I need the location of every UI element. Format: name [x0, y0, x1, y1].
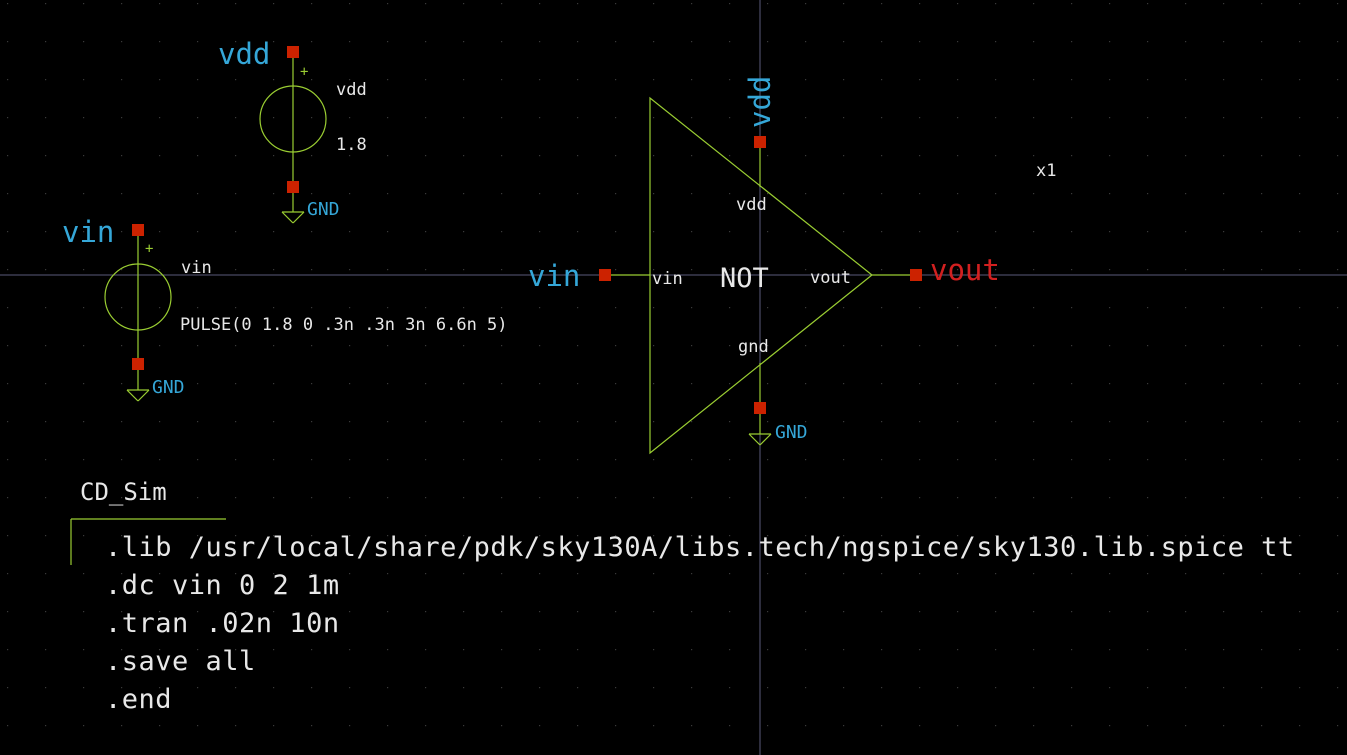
- inverter-vdd-pin[interactable]: [754, 136, 766, 148]
- vin-net-label[interactable]: vin: [62, 215, 114, 249]
- gnd-label: GND: [152, 377, 185, 398]
- vdd-pin-top[interactable]: [287, 46, 299, 58]
- code-block-title[interactable]: CD_Sim: [80, 478, 167, 506]
- pin-label-vin: vin: [652, 269, 683, 289]
- code-line-dc: .dc vin 0 2 1m: [105, 570, 340, 601]
- inverter-instance-name: x1: [1036, 161, 1056, 181]
- schematic-canvas[interactable]: + vdd vdd 1.8 GND + vin vin PULSE(0 1.8 …: [0, 0, 1347, 755]
- vdd-instance-name: vdd: [336, 80, 367, 100]
- vin-pin-top[interactable]: [132, 224, 144, 236]
- inverter-vdd-net-label[interactable]: vdd: [743, 76, 777, 128]
- pin-label-vdd: vdd: [736, 195, 767, 215]
- code-line-end: .end: [105, 684, 173, 715]
- vdd-value: 1.8: [336, 135, 367, 155]
- plus-sign: +: [145, 241, 153, 257]
- grid-background: [0, 0, 1347, 755]
- plus-sign: +: [300, 64, 308, 80]
- inverter-in-net-label[interactable]: vin: [528, 259, 580, 293]
- inverter-title: NOT: [720, 263, 769, 294]
- code-line-tran: .tran .02n 10n: [105, 608, 340, 639]
- vdd-net-label[interactable]: vdd: [218, 37, 270, 71]
- inverter-out-net-label[interactable]: vout: [930, 253, 1000, 287]
- inverter-gnd-pin[interactable]: [754, 402, 766, 414]
- vin-value: PULSE(0 1.8 0 .3n .3n 3n 6.6n 5): [180, 315, 508, 335]
- vin-pin-bottom[interactable]: [132, 358, 144, 370]
- vdd-pin-bottom[interactable]: [287, 181, 299, 193]
- schematic-drawing[interactable]: + vdd vdd 1.8 GND + vin vin PULSE(0 1.8 …: [0, 0, 1347, 755]
- gnd-label: GND: [307, 199, 340, 220]
- pin-label-gnd: gnd: [738, 337, 769, 357]
- pin-label-vout: vout: [810, 268, 851, 288]
- gnd-label: GND: [775, 422, 808, 443]
- code-line-save: .save all: [105, 646, 256, 677]
- vin-instance-name: vin: [181, 258, 212, 278]
- inverter-in-pin[interactable]: [599, 269, 611, 281]
- inverter-out-pin[interactable]: [910, 269, 922, 281]
- code-line-lib: .lib /usr/local/share/pdk/sky130A/libs.t…: [105, 532, 1295, 563]
